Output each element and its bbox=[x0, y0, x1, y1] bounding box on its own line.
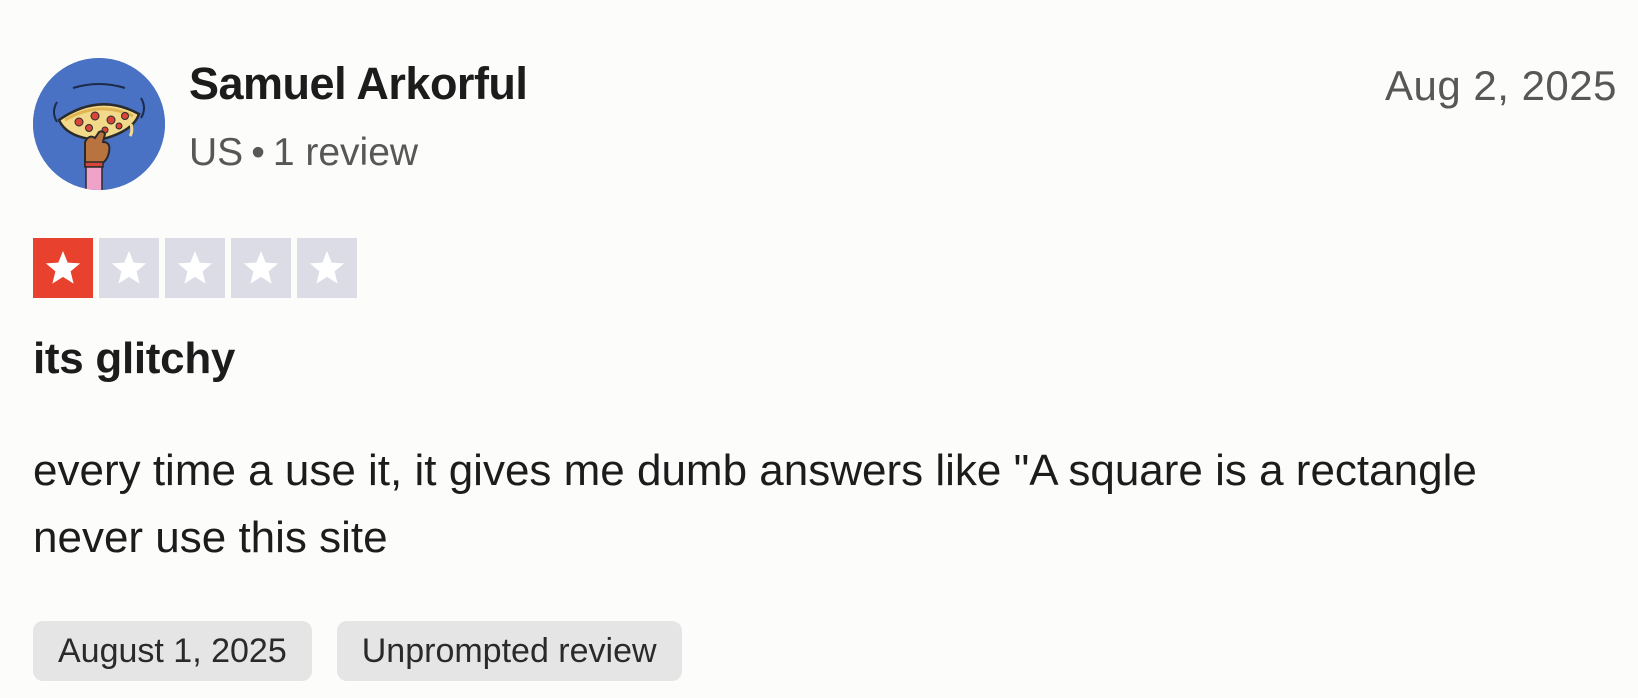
star-filled bbox=[33, 238, 93, 298]
star-icon bbox=[243, 251, 279, 284]
avatar[interactable] bbox=[33, 58, 165, 190]
star-empty bbox=[231, 238, 291, 298]
review-type-tag[interactable]: Unprompted review bbox=[336, 621, 682, 681]
star-icon bbox=[309, 251, 345, 284]
reviewer-country: US bbox=[189, 131, 244, 174]
reviewer-meta: US • 1 review bbox=[189, 131, 418, 175]
star-empty bbox=[165, 238, 225, 298]
review-title[interactable]: its glitchy bbox=[33, 334, 235, 384]
star-empty bbox=[297, 238, 357, 298]
star-icon bbox=[111, 251, 147, 284]
star-empty bbox=[99, 238, 159, 298]
experience-date-tag: August 1, 2025 bbox=[33, 621, 312, 681]
review-date: Aug 2, 2025 bbox=[1384, 62, 1617, 109]
reviewer-name[interactable]: Samuel Arkorful bbox=[189, 58, 528, 110]
review-tags: August 1, 2025 Unprompted review bbox=[33, 621, 682, 681]
review-body: every time a use it, it gives me dumb an… bbox=[33, 446, 1477, 562]
meta-separator: • bbox=[251, 131, 265, 174]
star-icon bbox=[177, 251, 213, 284]
pizza-hand-avatar-icon bbox=[33, 58, 165, 190]
reviewer-review-count: 1 review bbox=[272, 131, 419, 174]
star-rating bbox=[33, 238, 357, 298]
star-icon bbox=[45, 251, 81, 284]
